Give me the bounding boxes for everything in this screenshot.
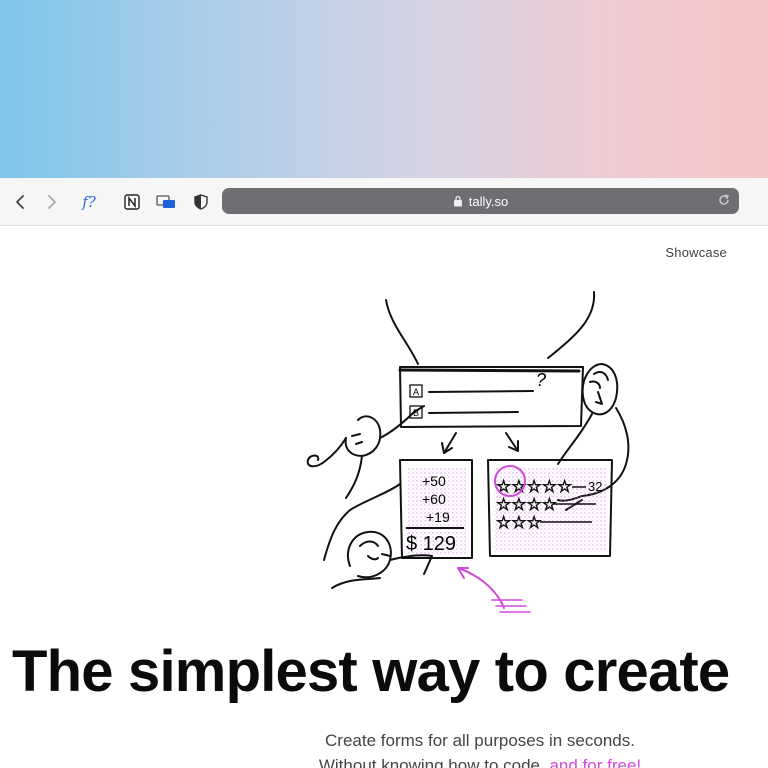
rating-count: 32	[588, 479, 602, 494]
notion-extension-icon	[124, 194, 140, 210]
svg-text:☆☆☆☆☆: ☆☆☆☆☆	[496, 477, 572, 497]
hero-subtitle-line1: Create forms for all purposes in seconds…	[325, 731, 635, 750]
shield-extension-icon	[194, 194, 208, 210]
calc-total: $ 129	[406, 533, 456, 555]
form-question-mark: ?	[536, 370, 546, 390]
calc-value-2: +60	[422, 491, 446, 507]
svg-text:☆☆☆: ☆☆☆	[496, 513, 542, 533]
function-extension-button[interactable]: f?	[76, 190, 102, 214]
url-text: tally.so	[468, 193, 509, 209]
back-icon	[16, 195, 24, 209]
back-button[interactable]	[10, 190, 30, 214]
browser-toolbar: f? tally.so	[0, 178, 768, 226]
forward-button[interactable]	[42, 190, 62, 214]
tab-extension-button[interactable]	[155, 190, 177, 214]
address-bar[interactable]: tally.so	[222, 188, 739, 214]
calc-value-1: +50	[422, 473, 446, 489]
tally-page: Showcase A B ? +50 +60 +19 $ 129 ☆☆☆☆☆ ☆…	[0, 226, 768, 768]
hero-illustration: A B ? +50 +60 +19 $ 129 ☆☆☆☆☆ ☆☆☆☆ ☆☆☆ 3…	[306, 291, 630, 613]
desktop-wallpaper	[0, 0, 768, 178]
reload-icon[interactable]	[717, 193, 731, 207]
calc-value-3: +19	[426, 509, 450, 525]
hero-headline: The simplest way to create	[12, 639, 730, 704]
form-option-b: B	[413, 408, 419, 418]
shield-extension-button[interactable]	[190, 190, 212, 214]
function-extension-icon: f?	[82, 193, 96, 211]
notion-extension-button[interactable]	[121, 190, 143, 214]
svg-text:☆☆☆☆: ☆☆☆☆	[496, 495, 557, 515]
nav-showcase-link[interactable]: Showcase	[665, 245, 727, 260]
hero-subtitle: Create forms for all purposes in seconds…	[280, 728, 680, 768]
hero-subtitle-accent: and for free!	[549, 756, 642, 768]
tab-extension-icon	[156, 195, 175, 208]
forward-icon	[48, 195, 56, 209]
form-option-a: A	[413, 387, 419, 397]
lock-icon	[453, 195, 463, 207]
hero-subtitle-line2-prefix: Without knowing how to code,	[318, 756, 545, 768]
hero-subtitle-line2: Without knowing how to code, and for fre…	[280, 753, 680, 768]
